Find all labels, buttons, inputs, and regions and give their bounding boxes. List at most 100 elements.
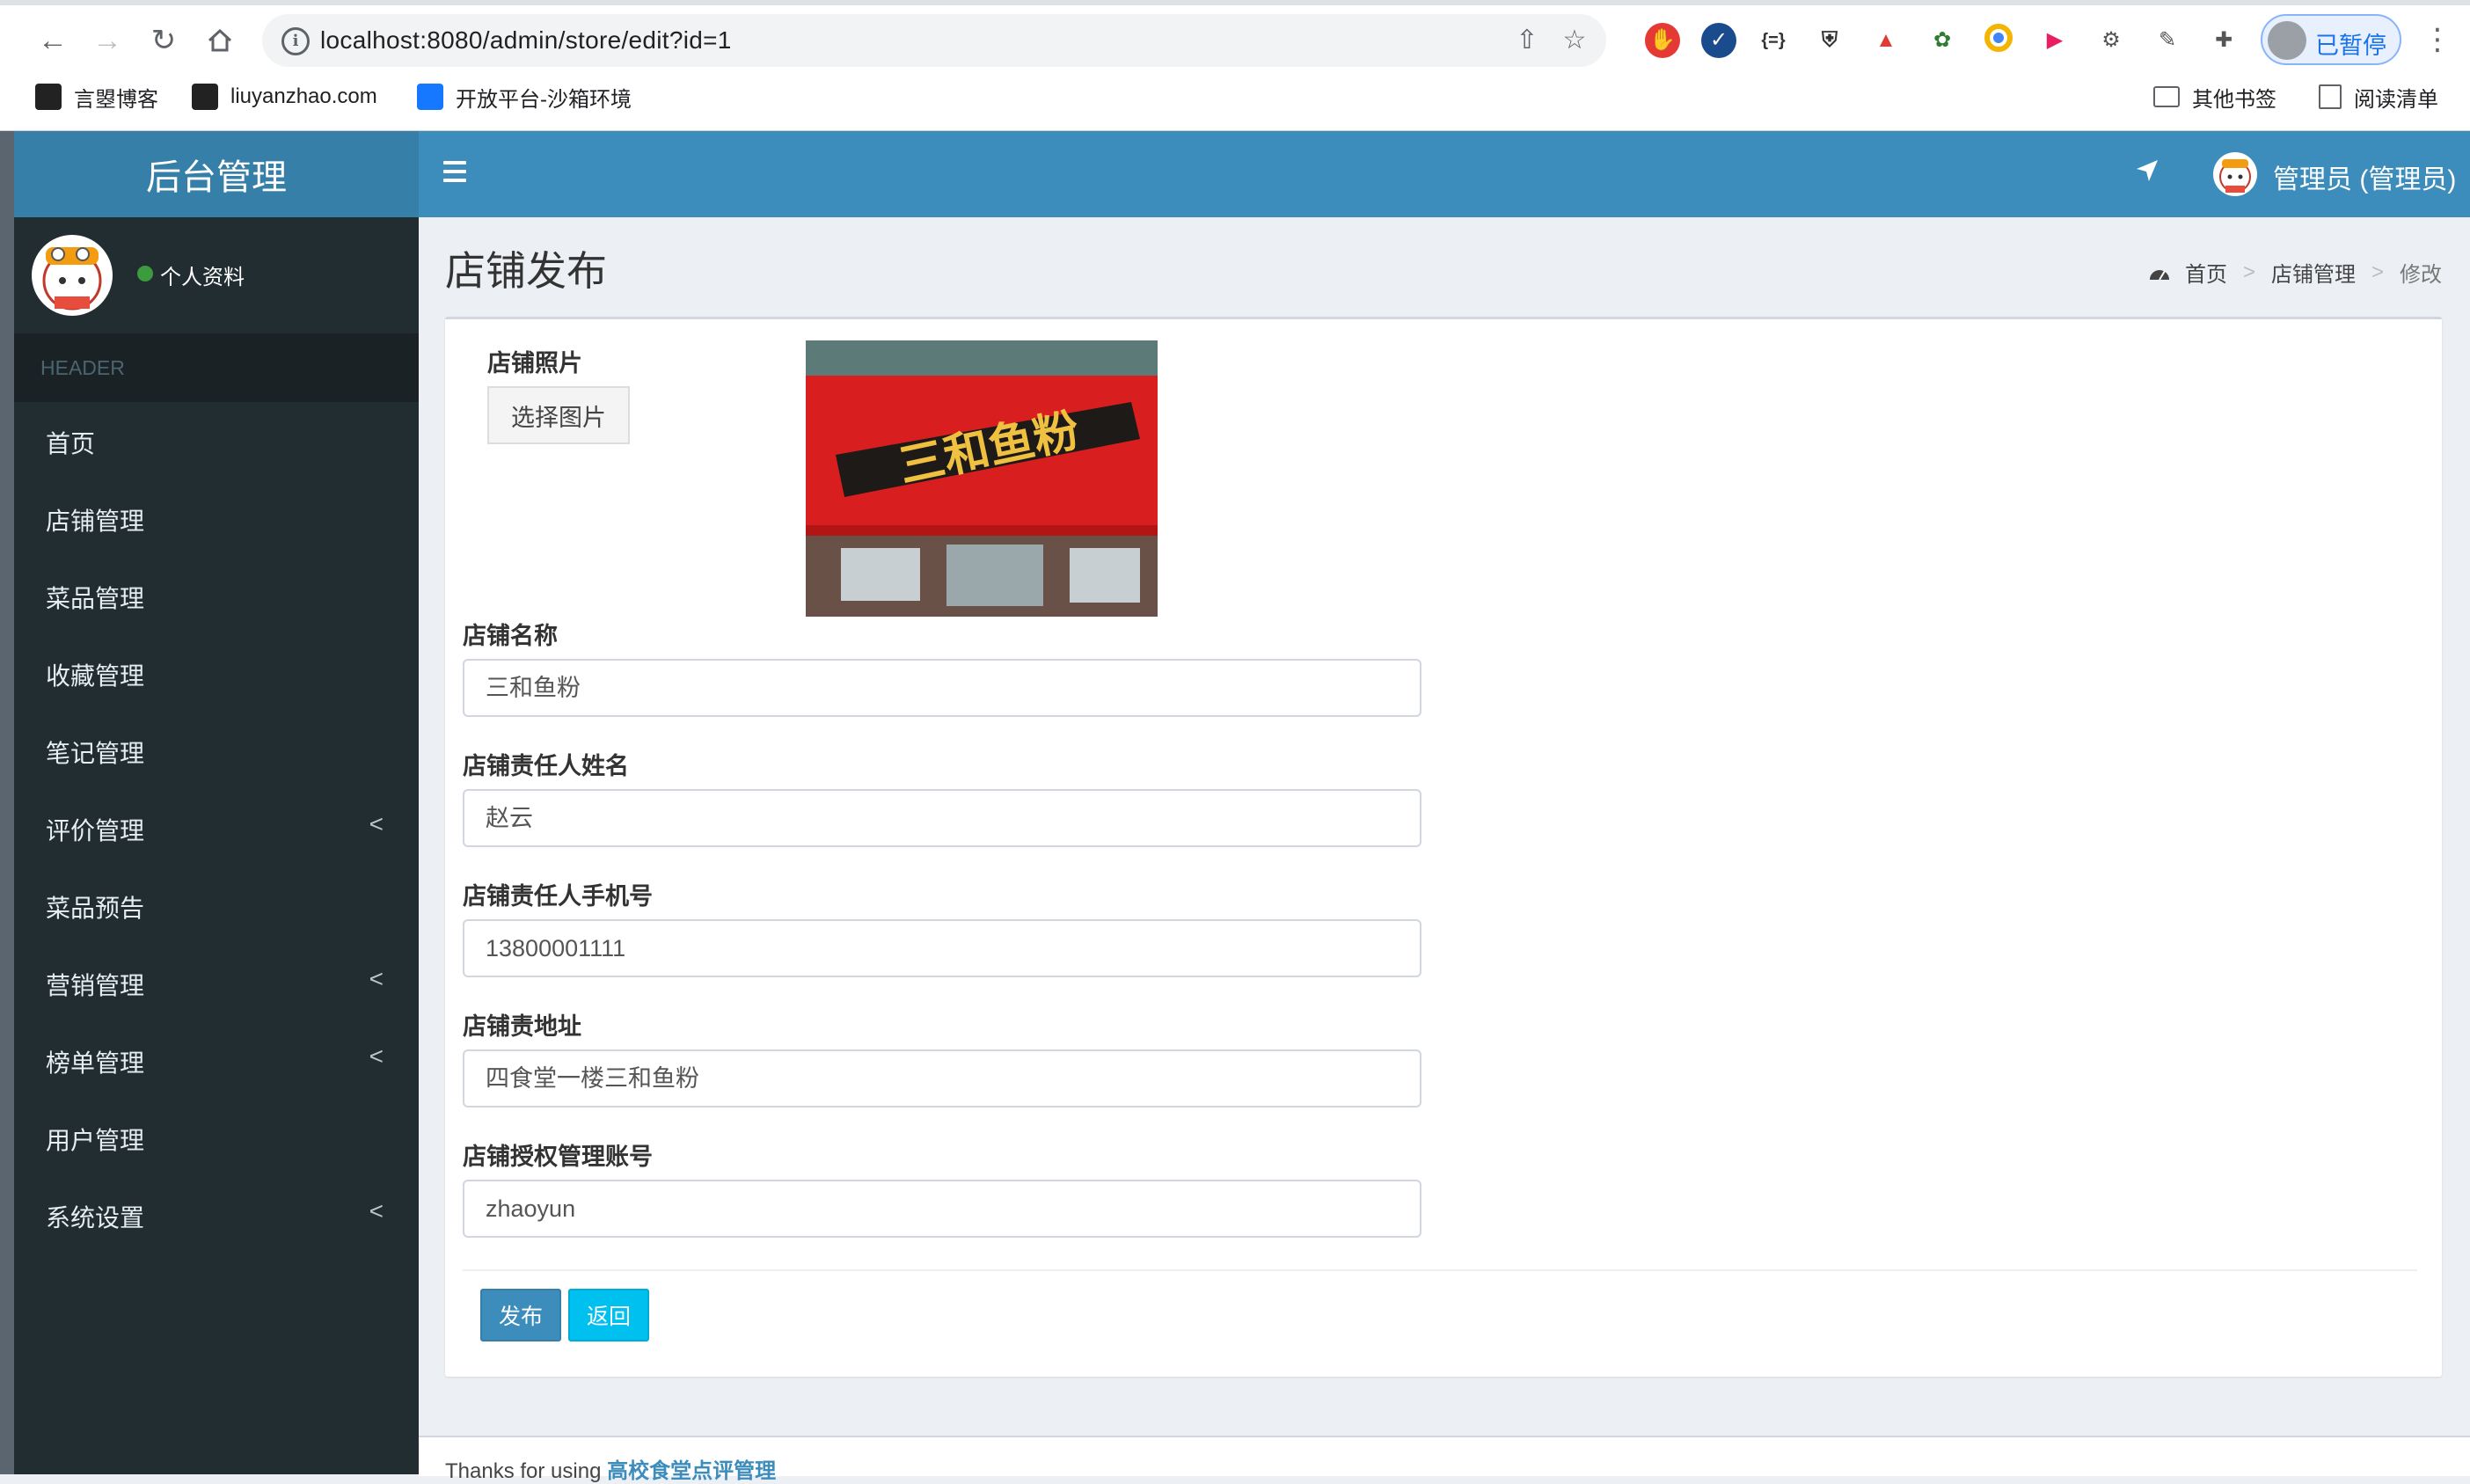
sidebar-item-label: 营销管理 — [46, 972, 145, 999]
sidebar-item-store[interactable]: 店铺管理 — [14, 479, 419, 557]
chevron-left-icon: < — [369, 1197, 384, 1224]
sidebar-item-rankings[interactable]: 榜单管理 < — [14, 1021, 419, 1099]
extension-color-icon[interactable] — [1981, 23, 2016, 58]
sidebar-item-favorites[interactable]: 收藏管理 — [14, 634, 419, 712]
breadcrumb-home[interactable]: 首页 — [2185, 257, 2227, 288]
other-bookmarks-label: 其他书签 — [2192, 87, 2276, 112]
extension-leaf-icon[interactable]: ✿ — [1925, 23, 1960, 58]
store-name-input[interactable]: 三和鱼粉 — [463, 659, 1421, 717]
photo-label: 店铺照片 — [487, 350, 582, 376]
extension-eyedropper-icon[interactable]: ✎ — [2150, 23, 2185, 58]
bookmark-0[interactable]: 言曌博客 — [35, 79, 158, 114]
desktop-dock-strip — [0, 131, 14, 1474]
sidebar-item-label: 系统设置 — [46, 1204, 145, 1232]
publish-button[interactable]: 发布 — [480, 1289, 561, 1341]
account-input[interactable]: zhaoyun — [463, 1180, 1421, 1238]
site-info-icon[interactable]: i — [281, 27, 310, 55]
sidebar-header-label: HEADER — [40, 356, 125, 379]
other-bookmarks[interactable]: 其他书签 — [2153, 79, 2276, 114]
address-label: 店铺责地址 — [463, 1013, 581, 1040]
sidebar-item-label: 收藏管理 — [46, 662, 145, 690]
account-label: 店铺授权管理账号 — [463, 1144, 653, 1170]
reload-icon[interactable]: ↻ — [141, 18, 186, 63]
chevron-left-icon: < — [369, 810, 384, 837]
form-divider — [463, 1269, 2417, 1271]
sidebar-item-users[interactable]: 用户管理 — [14, 1099, 419, 1176]
sidebar-item-marketing[interactable]: 营销管理 < — [14, 944, 419, 1021]
user-panel-avatar — [32, 235, 113, 316]
reading-list-label: 阅读清单 — [2354, 87, 2438, 112]
footer: Thanks for using 高校食堂点评管理 — [419, 1436, 2470, 1483]
address-input[interactable]: 四食堂一楼三和鱼粉 — [463, 1049, 1421, 1108]
profile-link[interactable]: 个人资料 — [160, 260, 245, 290]
profile-avatar — [2268, 21, 2306, 60]
extension-play-icon[interactable]: ▶ — [2037, 23, 2072, 58]
tab-strip-edge — [0, 0, 2470, 5]
sidebar-item-label: 首页 — [46, 430, 96, 457]
user-avatar[interactable] — [2213, 152, 2257, 196]
address-bar[interactable]: i localhost:8080/admin/store/edit?id=1 ⇧… — [262, 14, 1606, 67]
page-title: 店铺发布 — [445, 248, 607, 294]
user-menu[interactable]: 管理员 (管理员) — [2273, 157, 2456, 196]
sidebar-item-preview[interactable]: 菜品预告 — [14, 866, 419, 944]
chevron-left-icon: < — [369, 1042, 384, 1070]
forward-icon[interactable]: → — [84, 18, 130, 63]
choose-image-button[interactable]: 选择图片 — [487, 386, 630, 444]
sidebar-item-dishes[interactable]: 菜品管理 — [14, 557, 419, 634]
extensions-puzzle-icon[interactable]: ✚ — [2206, 23, 2241, 58]
back-button[interactable]: 返回 — [568, 1289, 649, 1341]
bookmark-label: 开放平台-沙箱环境 — [456, 87, 632, 112]
dashboard-icon — [2149, 269, 2169, 281]
store-photo: 三和鱼粉 — [806, 340, 1158, 617]
breadcrumb-separator: > — [2242, 260, 2255, 284]
user-panel: 个人资料 — [14, 217, 419, 333]
online-status-icon — [137, 266, 153, 281]
reading-list[interactable]: 阅读清单 — [2319, 79, 2438, 114]
alipay-icon — [417, 84, 443, 110]
breadcrumb-store[interactable]: 店铺管理 — [2271, 257, 2356, 288]
back-icon[interactable]: ← — [30, 18, 76, 63]
extension-adblock-icon[interactable]: ✋ — [1645, 23, 1680, 58]
store-form: 店铺照片 选择图片 三和鱼粉 店铺名称 三和鱼粉 店铺责任人姓名 赵云 店铺责任… — [445, 317, 2442, 1377]
browser-menu-icon[interactable]: ⋮ — [2422, 19, 2452, 63]
extension-check-icon[interactable]: ✓ — [1701, 23, 1736, 58]
extension-shield-icon[interactable]: ⛨ — [1812, 23, 1847, 58]
sidebar-item-label: 菜品管理 — [46, 585, 145, 612]
breadcrumb-separator: > — [2371, 260, 2384, 284]
profile-paused-button[interactable]: 已暂停 — [2261, 14, 2401, 65]
extension-film-icon[interactable]: ⚙ — [2094, 23, 2129, 58]
bookmark-label: liuyanzhao.com — [230, 84, 377, 108]
owner-phone-input[interactable]: 13800001111 — [463, 919, 1421, 977]
sidebar: 个人资料 HEADER 首页 店铺管理 菜品管理 收藏管理 笔记管理 评价管理 <… — [14, 217, 419, 1474]
sidebar-item-label: 店铺管理 — [46, 508, 145, 535]
bookmark-favicon-icon — [35, 84, 62, 110]
bookmark-2[interactable]: 开放平台-沙箱环境 — [417, 79, 632, 114]
location-arrow-icon[interactable] — [2134, 157, 2160, 192]
paused-label: 已暂停 — [2315, 33, 2386, 59]
footer-link[interactable]: 高校食堂点评管理 — [607, 1459, 776, 1483]
extension-json-icon[interactable]: {=} — [1756, 23, 1791, 58]
chevron-left-icon: < — [369, 965, 384, 992]
extension-sitemap-icon[interactable]: ▲ — [1868, 23, 1904, 58]
sidebar-item-label: 榜单管理 — [46, 1049, 145, 1077]
footer-text: Thanks for using 高校食堂点评管理 — [445, 1453, 776, 1484]
bookmark-1[interactable]: liuyanzhao.com — [192, 79, 377, 114]
brand-logo[interactable]: 后台管理 — [14, 131, 419, 217]
bookmark-label: 言曌博客 — [74, 87, 158, 112]
folder-icon — [2153, 86, 2180, 107]
star-icon[interactable]: ☆ — [1559, 25, 1590, 56]
sidebar-toggle-icon[interactable] — [443, 161, 466, 184]
sidebar-item-home[interactable]: 首页 — [14, 402, 419, 479]
sidebar-item-label: 笔记管理 — [46, 740, 145, 767]
url-text[interactable]: localhost:8080/admin/store/edit?id=1 — [320, 26, 732, 55]
sidebar-item-settings[interactable]: 系统设置 < — [14, 1176, 419, 1254]
sidebar-header: HEADER — [14, 333, 419, 402]
share-icon[interactable]: ⇧ — [1511, 25, 1543, 56]
owner-name-input[interactable]: 赵云 — [463, 789, 1421, 847]
sidebar-item-reviews[interactable]: 评价管理 < — [14, 789, 419, 866]
bookmark-favicon-icon — [192, 84, 218, 110]
sidebar-item-label: 用户管理 — [46, 1127, 145, 1154]
sidebar-menu: 首页 店铺管理 菜品管理 收藏管理 笔记管理 评价管理 < 菜品预告 营销管理 < … — [14, 402, 419, 1254]
sidebar-item-notes[interactable]: 笔记管理 — [14, 712, 419, 789]
home-icon[interactable] — [197, 18, 243, 63]
